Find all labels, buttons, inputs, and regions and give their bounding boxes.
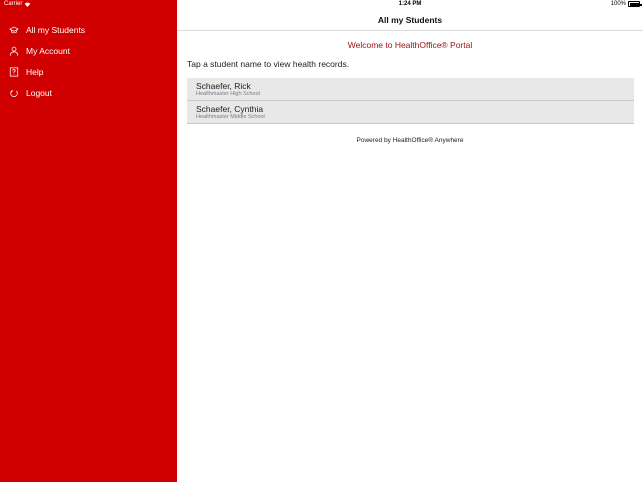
student-row[interactable]: Schaefer, Cynthia Healthmaster Middle Sc… bbox=[187, 101, 634, 124]
sidebar: Carrier All my Students My Account Help bbox=[0, 0, 177, 482]
sidebar-item-all-my-students[interactable]: All my Students bbox=[0, 19, 177, 40]
powered-by-footer: Powered by HealthOffice® Anywhere bbox=[356, 137, 464, 144]
welcome-message: Welcome to HealthOffice® Portal bbox=[347, 40, 473, 50]
graduation-cap-icon bbox=[9, 25, 19, 35]
sidebar-item-label: All my Students bbox=[26, 24, 86, 35]
help-icon bbox=[9, 66, 19, 77]
instructions-text: Tap a student name to view health record… bbox=[187, 59, 350, 69]
status-bar-right: 100% bbox=[610, 1, 642, 7]
student-row[interactable]: Schaefer, Rick Healthmaster High School bbox=[187, 78, 634, 101]
carrier-label: Carrier bbox=[4, 1, 23, 7]
main-content: 1:24 PM 100% All my Students Welcome to … bbox=[177, 0, 643, 482]
sidebar-item-label: My Account bbox=[26, 45, 70, 56]
sidebar-item-label: Logout bbox=[26, 87, 52, 98]
student-list: Schaefer, Rick Healthmaster High School … bbox=[187, 78, 634, 124]
logout-icon bbox=[9, 88, 19, 98]
battery-icon bbox=[628, 1, 642, 7]
student-school: Healthmaster Middle School bbox=[196, 114, 265, 120]
status-bar-left: Carrier bbox=[4, 1, 31, 7]
sidebar-item-label: Help bbox=[26, 66, 44, 77]
student-school: Healthmaster High School bbox=[196, 91, 260, 97]
battery-percent: 100% bbox=[610, 1, 626, 7]
wifi-icon bbox=[24, 2, 31, 7]
page-title: All my Students bbox=[377, 15, 443, 25]
user-icon bbox=[9, 46, 19, 56]
sidebar-nav: All my Students My Account Help Logout bbox=[0, 19, 177, 103]
navigation-bar: All my Students bbox=[177, 9, 643, 31]
sidebar-item-my-account[interactable]: My Account bbox=[0, 40, 177, 61]
student-name: Schaefer, Rick bbox=[196, 81, 251, 91]
sidebar-item-logout[interactable]: Logout bbox=[0, 82, 177, 103]
student-name: Schaefer, Cynthia bbox=[196, 104, 264, 114]
sidebar-item-help[interactable]: Help bbox=[0, 61, 177, 82]
status-time: 1:24 PM bbox=[398, 1, 422, 7]
